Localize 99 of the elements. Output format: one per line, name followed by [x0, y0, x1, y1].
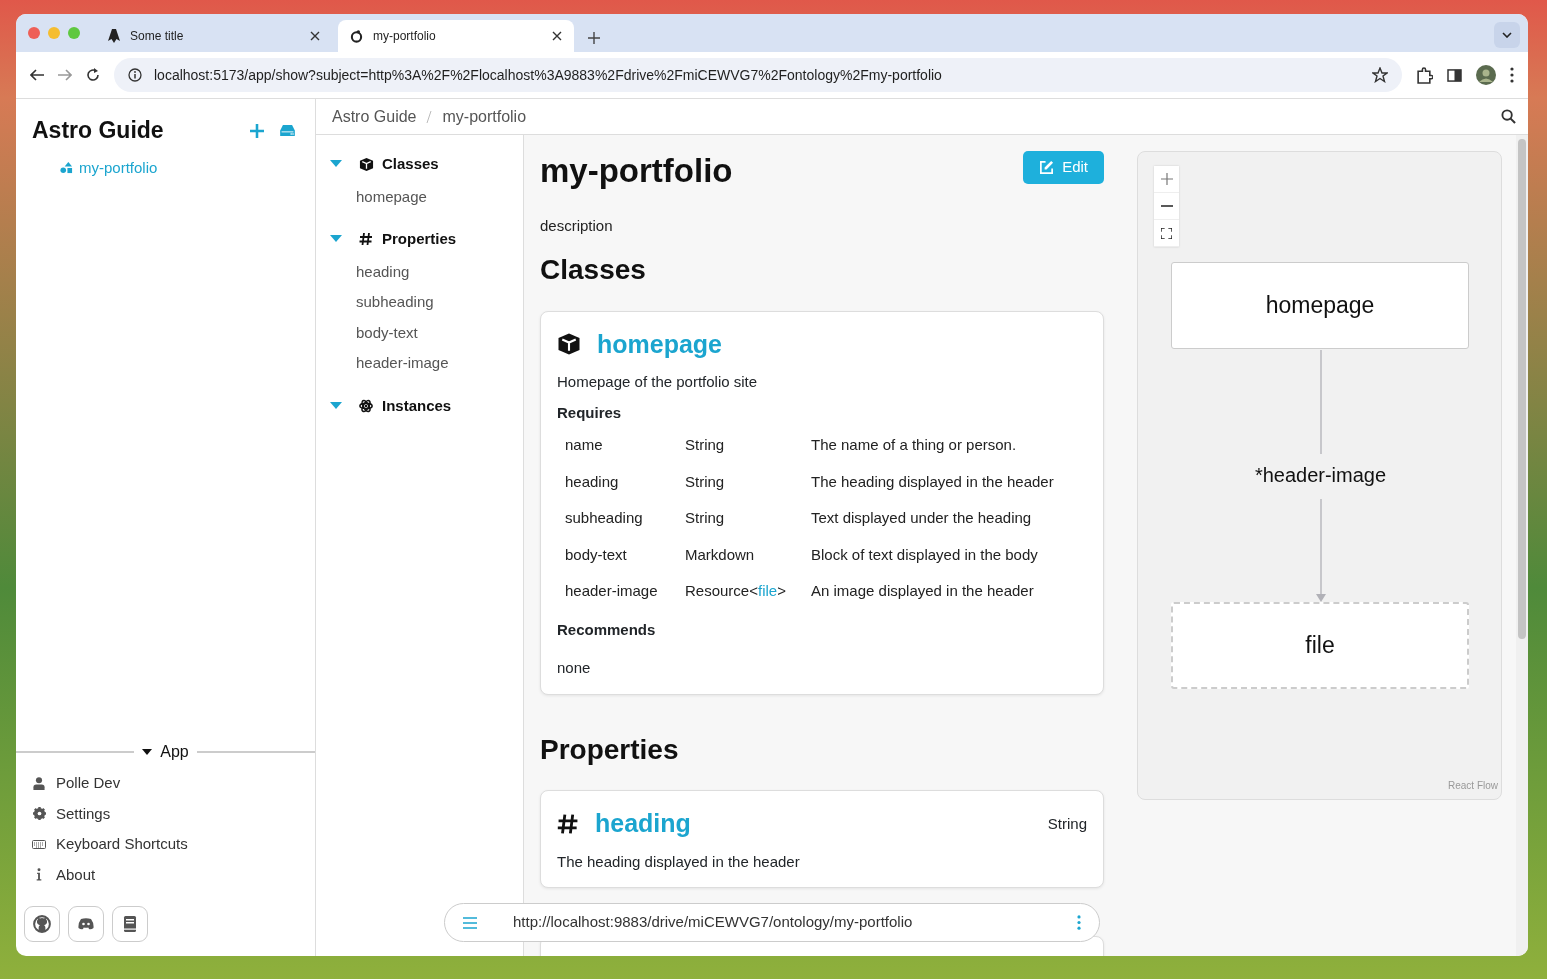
reload-icon[interactable] [86, 68, 100, 82]
address-bar[interactable]: localhost:5173/app/show?subject=http%3A%2F%2Flocalhost%3A9883%2Fdrive%2FmiCEWVG7%2Fontology%2Fmy-portfolio [114, 58, 1402, 92]
kebab-menu-icon[interactable] [1510, 67, 1514, 83]
type-text: String [685, 508, 726, 529]
outline-item[interactable]: subheading [330, 287, 434, 318]
property-link[interactable]: header-image [565, 580, 685, 603]
forward-arrow-icon[interactable] [58, 69, 72, 81]
description-text: description [540, 215, 614, 236]
browser-tab[interactable]: Some title [96, 20, 332, 52]
property-link[interactable]: heading [565, 470, 685, 494]
outline-section-toggle[interactable]: Properties [330, 228, 457, 251]
outline-item[interactable]: heading [330, 256, 410, 287]
avatar-icon[interactable] [1476, 65, 1496, 85]
tab-list-button[interactable] [1494, 22, 1520, 48]
close-icon[interactable] [310, 31, 320, 41]
breadcrumb-link[interactable]: Astro Guide [332, 104, 417, 129]
atom-icon [359, 398, 373, 413]
keyboard-icon [32, 839, 46, 849]
edge-label: *header-image [1253, 463, 1388, 488]
minus-icon [1160, 205, 1173, 207]
settings-icon [32, 807, 46, 821]
type-text: Resource<file> [685, 581, 787, 602]
page-title: my-portfolio [540, 151, 733, 191]
star-icon[interactable] [1372, 67, 1388, 83]
window-control-button[interactable] [28, 27, 40, 39]
url-text: http://localhost:9883/drive/miCEWVG7/ontology/my-portfolio [513, 912, 914, 933]
caret-icon[interactable] [330, 235, 342, 244]
property-description: An image displayed in the header [811, 581, 1035, 602]
property-description: The name of a thing or person. [811, 435, 1018, 456]
zoom-out-button[interactable] [1154, 193, 1179, 220]
chat-button[interactable] [68, 906, 104, 942]
class-description: Homepage of the portfolio site [557, 372, 759, 393]
close-icon[interactable] [552, 31, 562, 41]
property-link[interactable]: body-text [565, 543, 685, 567]
cube-icon [557, 332, 581, 357]
caret-icon[interactable] [330, 160, 342, 169]
outline-item[interactable]: homepage [330, 181, 427, 212]
property-link[interactable]: subheading [565, 507, 685, 530]
section-heading: Properties [540, 732, 680, 767]
property-description: Block of text displayed in the body [811, 544, 1039, 565]
app-section-toggle[interactable]: App [142, 740, 189, 764]
book-icon [123, 916, 137, 932]
tab-title: my-portfolio [373, 28, 437, 45]
hash-icon [557, 813, 579, 836]
cat-logo-icon [33, 915, 51, 933]
search-icon[interactable] [1501, 109, 1516, 124]
plus-icon[interactable] [250, 123, 264, 138]
outline-item[interactable]: header-image [330, 348, 449, 379]
recommends-value: none [557, 658, 592, 679]
shapes-icon [60, 161, 73, 175]
property-description: Text displayed under the heading [811, 508, 1033, 529]
plus-icon[interactable] [588, 32, 600, 44]
menu-item[interactable]: Keyboard Shortcuts [16, 829, 315, 860]
chevron-down-icon [1502, 32, 1512, 38]
puzzle-icon[interactable] [1416, 66, 1433, 84]
outline-section-toggle[interactable]: Instances [330, 394, 452, 417]
requires-label: Requires [557, 402, 623, 423]
property-description: The heading displayed in the header [557, 851, 801, 872]
property-description: The heading displayed in the header [811, 471, 1055, 492]
pencil-square-icon [1039, 159, 1055, 175]
ring-logo-icon [350, 29, 363, 43]
recommends-label: Recommends [557, 619, 657, 640]
docs-button[interactable] [112, 906, 148, 942]
back-arrow-icon[interactable] [30, 69, 44, 81]
breadcrumb-link[interactable]: my-portfolio [442, 104, 527, 129]
caret-icon [142, 749, 153, 755]
slash-separator-icon [426, 109, 433, 124]
menu-item[interactable]: Settings [16, 798, 315, 829]
info-icon [128, 68, 142, 82]
scrollbar-thumb[interactable] [1518, 139, 1526, 639]
type-text: String [1047, 813, 1087, 834]
github-button[interactable] [24, 906, 60, 942]
hash-icon [359, 232, 373, 247]
type-text: String [685, 471, 726, 492]
side-panel-icon[interactable] [1447, 68, 1462, 82]
browser-tab[interactable]: my-portfolio [338, 20, 574, 52]
triangle-logo-icon [108, 29, 120, 43]
menu-item[interactable]: About [16, 859, 315, 890]
info-icon [36, 868, 42, 882]
property-link[interactable]: name [565, 434, 685, 457]
user-icon [33, 776, 45, 790]
graph-node[interactable]: homepage [1171, 262, 1469, 349]
graph-node[interactable]: file [1171, 602, 1469, 689]
tab-title: Some title [130, 28, 185, 45]
drive-icon[interactable] [280, 125, 295, 137]
plus-icon [1160, 173, 1173, 185]
outline-item[interactable]: body-text [330, 317, 418, 348]
type-text: String [685, 435, 726, 456]
app-title: Astro Guide [32, 117, 164, 145]
menu-item[interactable]: Polle Dev [16, 768, 315, 799]
type-text: Markdown [685, 544, 756, 565]
outline-section-toggle[interactable]: Classes [330, 153, 439, 176]
cube-icon [358, 156, 374, 172]
url-text: localhost:5173/app/show?subject=http%3A%2F%2Flocalhost%3A9883%2Fdrive%2FmiCEWVG7%2Fontology%2Fmy-portfolio [154, 65, 943, 85]
caret-icon[interactable] [330, 401, 342, 410]
gamepad-face-icon [78, 918, 94, 930]
section-heading: Classes [540, 253, 647, 287]
fit-view-button[interactable] [1154, 220, 1179, 247]
fit-view-icon [1161, 227, 1172, 239]
